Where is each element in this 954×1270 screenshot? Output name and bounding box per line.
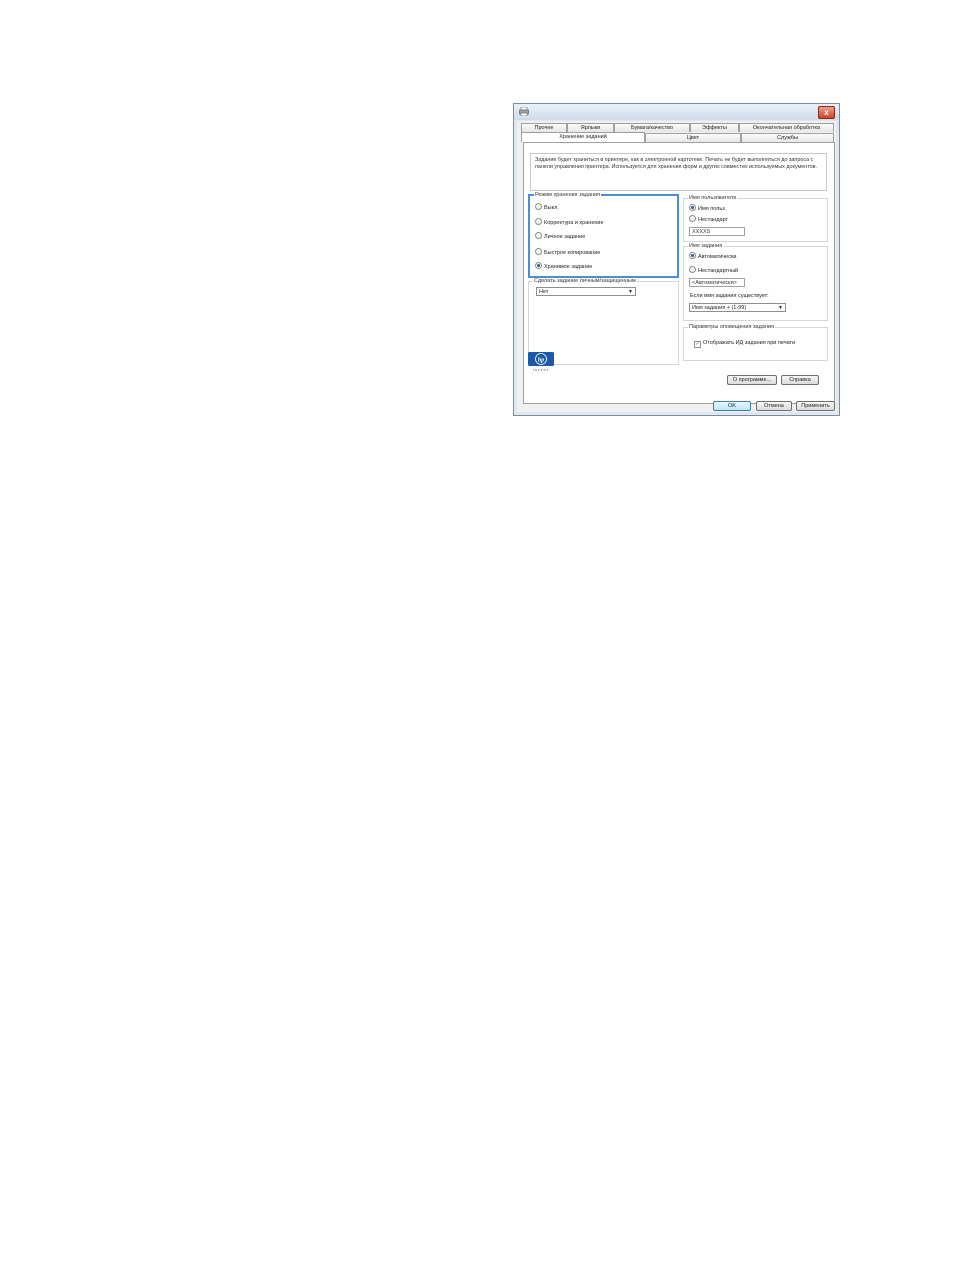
storage-option-proof-hold[interactable]: Корректура и хранение (535, 218, 604, 227)
radio-icon[interactable] (535, 248, 542, 255)
radio-selected-icon[interactable] (689, 204, 696, 211)
dropdown-arrow-icon: ▼ (778, 305, 783, 311)
job-name-legend: Имя задания (688, 243, 724, 250)
user-name-input[interactable]: XXXXS (689, 227, 745, 236)
job-exists-select[interactable]: Имя задания + (1-99) ▼ (689, 303, 786, 312)
private-job-select[interactable]: Нет ▼ (536, 287, 636, 296)
printer-properties-dialog: x Прочее Ярлыки Бумага/качество Эффекты … (513, 103, 840, 416)
title-bar[interactable]: x (514, 104, 839, 120)
user-name-legend: Имя пользователя (688, 195, 738, 202)
tab-paper-quality[interactable]: Бумага/качество (614, 123, 690, 132)
checkmark-icon[interactable]: ✓ (694, 341, 701, 348)
job-storage-panel: Задание будет храниться в принтере, как … (523, 142, 835, 404)
ok-button[interactable]: OK (713, 401, 751, 411)
about-button[interactable]: О программе... (727, 375, 777, 385)
apply-button[interactable]: Применить (796, 401, 835, 411)
hp-logo-text: hp (538, 357, 544, 363)
job-notify-group: Параметры оповещения задания ✓ Отображать… (683, 324, 828, 361)
radio-icon[interactable] (689, 266, 696, 273)
job-name-option-custom[interactable]: Нестандартный (689, 266, 738, 275)
show-job-id-checkbox[interactable]: ✓ Отображать ИД задания при печати (694, 340, 795, 348)
cancel-button[interactable]: Отмена (756, 401, 792, 411)
radio-selected-icon[interactable] (689, 252, 696, 259)
tab-services[interactable]: Службы (741, 133, 834, 142)
radio-icon[interactable] (535, 218, 542, 225)
tab-finishing[interactable]: Окончательная обработка (739, 123, 834, 132)
dropdown-arrow-icon: ▼ (628, 289, 633, 295)
hp-logo-subtext: invent (533, 368, 549, 372)
job-name-option-auto[interactable]: Автоматически (689, 252, 736, 261)
storage-option-personal[interactable]: Личное задание (535, 232, 585, 241)
private-job-legend: Сделать задание личным/защищенным (533, 278, 637, 285)
job-exists-label: Если имя задания существует: (690, 293, 769, 299)
radio-icon[interactable] (535, 232, 542, 239)
job-name-input[interactable]: <Автоматически> (689, 278, 745, 287)
user-name-option-default[interactable]: Имя польз. (689, 204, 726, 213)
hp-logo-icon: hp invent (528, 352, 554, 372)
tab-job-storage[interactable]: Хранение заданий (521, 132, 645, 142)
user-name-option-custom[interactable]: Нестандарт (689, 215, 728, 224)
radio-icon[interactable] (535, 203, 542, 210)
tab-misc[interactable]: Прочее (521, 123, 567, 132)
storage-option-off[interactable]: Выкл. (535, 203, 559, 212)
storage-mode-legend: Режим хранения задания (534, 192, 602, 199)
radio-icon[interactable] (689, 215, 696, 222)
storage-mode-group: Режим хранения задания Выкл. Корректура … (528, 192, 679, 278)
radio-selected-icon[interactable] (535, 262, 542, 269)
tab-shortcuts[interactable]: Ярлыки (567, 123, 614, 132)
storage-option-quick-copy[interactable]: Быстрое копирование (535, 248, 600, 257)
close-button[interactable]: x (818, 106, 835, 119)
tab-color[interactable]: Цвет (645, 133, 741, 142)
user-name-group: Имя пользователя Имя польз. Нестандарт X… (683, 195, 828, 242)
job-notify-legend: Параметры оповещения задания (688, 324, 775, 331)
tab-effects[interactable]: Эффекты (690, 123, 739, 132)
printer-icon (519, 107, 529, 116)
help-button[interactable]: Справка (781, 375, 819, 385)
job-name-group: Имя задания Автоматически Нестандартный … (683, 243, 828, 321)
storage-option-stored-job[interactable]: Хранимое задание (535, 262, 592, 271)
dialog-client-area: Прочее Ярлыки Бумага/качество Эффекты Ок… (517, 121, 836, 412)
description-text: Задание будет храниться в принтере, как … (530, 153, 827, 191)
